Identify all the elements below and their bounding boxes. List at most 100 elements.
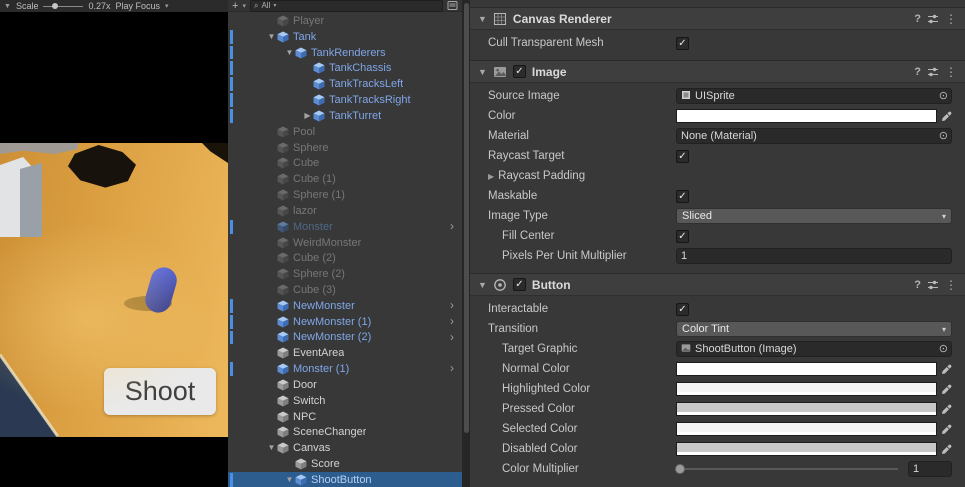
hierarchy-item-tanktracksright[interactable]: TankTracksRight [228,92,462,108]
hierarchy-item-lazor[interactable]: lazor [228,203,462,219]
hierarchy-item-cube-3[interactable]: Cube (3) [228,282,462,298]
foldout-icon[interactable]: ▼ [478,14,487,24]
normal-color-color-field[interactable] [676,362,937,376]
image-type-dropdown[interactable]: Sliced ▾ [676,208,952,224]
hierarchy-item-newmonster-1[interactable]: NewMonster (1) › [228,314,462,330]
foldout-icon[interactable]: ▼ [478,67,487,77]
hierarchy-item-tankrenderers[interactable]: ▼ TankRenderers [228,45,462,61]
help-icon[interactable]: ? [914,13,921,25]
pressed-color-color-field[interactable] [676,402,937,416]
open-prefab-arrow[interactable]: › [450,219,454,235]
color-multiplier-slider[interactable] [675,464,898,474]
highlighted-color-color-field[interactable] [676,382,937,396]
eyedropper-icon[interactable] [941,444,952,455]
eyedropper-icon[interactable] [941,111,952,122]
hierarchy-item-tankturret[interactable]: ▶ TankTurret [228,108,462,124]
hierarchy-item-cube-2[interactable]: Cube (2) [228,250,462,266]
source-image-object-field[interactable]: UISprite ⊙ [676,88,952,104]
cull-transparent-mesh-checkbox[interactable]: ✓ [676,36,689,50]
fill-center-checkbox[interactable]: ✓ [676,229,689,243]
hierarchy-item-weirdmonster[interactable]: WeirdMonster [228,235,462,251]
chevron-down-icon[interactable]: ▼ [4,3,11,10]
color-color-field[interactable] [676,109,937,123]
component-header-image[interactable]: ▼ ✓ Image? ⋮ [470,61,965,83]
hierarchy-item-cube-1[interactable]: Cube (1) [228,171,462,187]
eyedropper-icon[interactable] [941,364,952,375]
hierarchy-item-newmonster[interactable]: NewMonster › [228,298,462,314]
hierarchy-item-cube[interactable]: Cube [228,155,462,171]
color-multiplier-number-field[interactable]: 1 [908,461,952,477]
raycast-target-checkbox[interactable]: ✓ [676,149,689,163]
hierarchy-item-score[interactable]: Score [228,456,462,472]
open-prefab-arrow[interactable]: › [450,330,454,346]
foldout-icon[interactable]: ▼ [478,280,487,290]
hierarchy-item-monster-1[interactable]: Monster (1) › [228,361,462,377]
eyedropper-icon[interactable] [941,384,952,395]
presets-icon[interactable] [927,13,939,25]
eyedropper-icon[interactable] [941,404,952,415]
slider-thumb[interactable] [675,464,685,474]
hierarchy-item-eventarea[interactable]: EventArea [228,345,462,361]
hierarchy-item-tank[interactable]: ▼ Tank [228,29,462,45]
hierarchy-item-canvas[interactable]: ▼ Canvas [228,440,462,456]
maskable-checkbox[interactable]: ✓ [676,189,689,203]
scrollbar-thumb[interactable] [463,3,469,433]
hierarchy-item-tanktracksleft[interactable]: TankTracksLeft [228,76,462,92]
shoot-button[interactable]: Shoot [104,368,216,415]
hierarchy-item-pool[interactable]: Pool [228,124,462,140]
help-icon[interactable]: ? [914,279,921,291]
hierarchy-item-monster[interactable]: Monster › [228,219,462,235]
hierarchy-item-sphere[interactable]: Sphere [228,140,462,156]
material-object-field[interactable]: None (Material) ⊙ [676,128,952,144]
hierarchy-options-icon[interactable] [447,0,458,11]
expander-icon[interactable]: ▼ [284,472,295,487]
disabled-color-color-field[interactable] [676,442,937,456]
expander-icon[interactable]: ▼ [266,440,277,456]
menu-icon[interactable]: ⋮ [945,65,957,79]
hierarchy-item-player[interactable]: Player [228,13,462,29]
component-enabled-checkbox[interactable]: ✓ [512,65,526,78]
presets-icon[interactable] [927,279,939,291]
hierarchy-item-door[interactable]: Door [228,377,462,393]
hierarchy-item-shootbutton[interactable]: ▼ ShootButton [228,472,462,487]
menu-icon[interactable]: ⋮ [945,278,957,292]
hierarchy-item-tankchassis[interactable]: TankChassis [228,60,462,76]
interactable-checkbox[interactable]: ✓ [676,302,689,316]
component-enabled-checkbox[interactable]: ✓ [512,278,526,291]
object-picker-icon[interactable]: ⊙ [939,90,948,102]
presets-icon[interactable] [927,66,939,78]
pixels-per-unit-multiplier-number-field[interactable]: 1 [676,248,952,264]
scale-slider[interactable] [43,3,84,9]
open-prefab-arrow[interactable]: › [450,314,454,330]
component-header-canvas-renderer[interactable]: ▼ Canvas Renderer? ⋮ [470,8,965,30]
help-icon[interactable]: ? [914,66,921,78]
target-graphic-object-field[interactable]: ShootButton (Image) ⊙ [676,341,952,357]
foldout-closed-icon[interactable]: ▶ [488,172,494,181]
eyedropper-icon[interactable] [941,424,952,435]
hierarchy-item-npc[interactable]: NPC [228,409,462,425]
hierarchy-item-switch[interactable]: Switch [228,393,462,409]
hierarchy-scrollbar[interactable] [462,0,470,487]
expander-icon[interactable]: ▼ [266,29,277,45]
object-picker-icon[interactable]: ⊙ [939,130,948,142]
create-button[interactable]: + [232,0,238,11]
open-prefab-arrow[interactable]: › [450,361,454,377]
selected-color-color-field[interactable] [676,422,937,436]
open-prefab-arrow[interactable]: › [450,298,454,314]
expander-icon[interactable]: ▶ [302,108,313,124]
hierarchy-item-newmonster-2[interactable]: NewMonster (2) › [228,330,462,346]
hierarchy-item-sphere-2[interactable]: Sphere (2) [228,266,462,282]
search-filter-value[interactable]: All [261,1,270,10]
transition-dropdown[interactable]: Color Tint ▾ [676,321,952,337]
chevron-down-icon[interactable]: ▾ [242,2,246,10]
component-header-button[interactable]: ▼ ✓ Button? ⋮ [470,274,965,296]
hierarchy-item-sphere-1[interactable]: Sphere (1) [228,187,462,203]
hierarchy-search-input[interactable]: ⌕ All ▾ [249,0,443,12]
play-focus-dropdown[interactable]: Play Focus [115,1,160,11]
hierarchy-item-scenechanger[interactable]: SceneChanger [228,425,462,441]
scale-slider-thumb[interactable] [52,3,59,9]
chevron-down-icon[interactable]: ▾ [165,2,169,10]
menu-icon[interactable]: ⋮ [945,12,957,26]
expander-icon[interactable]: ▼ [284,45,295,61]
object-picker-icon[interactable]: ⊙ [939,343,948,355]
